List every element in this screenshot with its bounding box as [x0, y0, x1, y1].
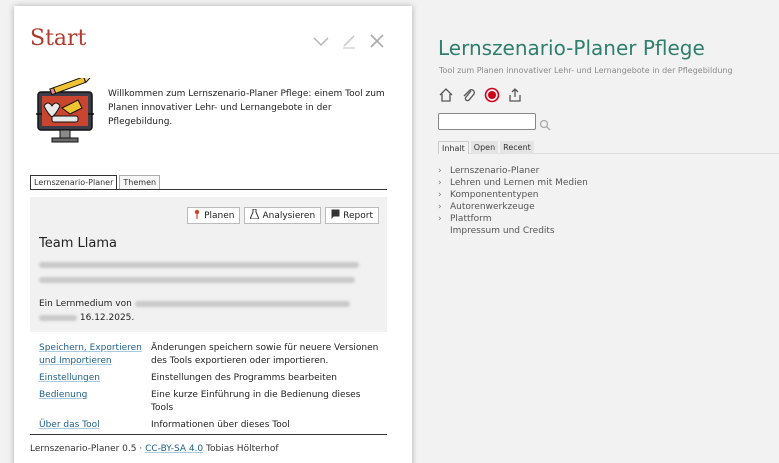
panel-actions: Planen Analysieren Report	[187, 207, 379, 224]
home-icon[interactable]	[438, 87, 454, 103]
close-icon[interactable]	[368, 32, 386, 50]
start-title: Start	[30, 26, 87, 51]
tree-item[interactable]: › Plattform	[438, 213, 588, 225]
app-logo-icon	[30, 76, 100, 150]
tab-themen[interactable]: Themen	[119, 175, 161, 189]
tree-item[interactable]: › Lernszenario-Planer	[438, 165, 588, 177]
scenario-panel: Planen Analysieren Report Team Llama Ein…	[30, 197, 387, 332]
lernmedium-prefix: Ein Lernmedium von	[39, 299, 132, 309]
link-row: Einstellungen Einstellungen des Programm…	[39, 372, 379, 385]
report-icon	[331, 209, 340, 222]
search-icon[interactable]	[539, 116, 551, 131]
start-links: Speichern, Exportieren und Importieren Ä…	[39, 342, 379, 436]
ueber-das-tool-link[interactable]: Über das Tool	[39, 419, 151, 432]
report-label: Report	[343, 210, 373, 221]
tree-item[interactable]: Impressum und Credits	[438, 225, 588, 237]
flask-icon	[249, 208, 261, 222]
link-description: Informationen über dieses Tool	[151, 420, 290, 430]
search-input[interactable]	[438, 113, 536, 130]
tree-item[interactable]: › Lehren und Lernen mit Medien	[438, 177, 588, 189]
license-link[interactable]: CC-BY-SA 4.0	[145, 444, 203, 454]
app-root: Start Willkommen zum Lernszenario-Planer…	[0, 0, 779, 463]
pencil-icon[interactable]	[340, 32, 358, 50]
footer-divider	[30, 434, 387, 435]
report-button[interactable]: Report	[325, 207, 379, 224]
intro: Willkommen zum Lernszenario-Planer Pfleg…	[30, 76, 390, 150]
analysieren-label: Analysieren	[262, 210, 316, 221]
blurred-authors	[39, 314, 77, 321]
chevron-down-icon[interactable]	[312, 32, 330, 50]
record-icon[interactable]	[484, 87, 500, 103]
blurred-authors	[134, 300, 350, 307]
link-description: Änderungen speichern sowie für neuere Ve…	[151, 343, 379, 366]
app-toolbar	[438, 87, 523, 103]
speichern-link[interactable]: Speichern, Exportieren und Importieren	[39, 342, 151, 368]
lernmedium-date: 16.12.2025.	[79, 313, 135, 323]
blurred-text	[39, 277, 355, 283]
sidebar-tabs: Inhalt Open Recent	[438, 141, 779, 154]
start-tabs: Lernszenario-Planer Themen	[30, 175, 387, 190]
chevron-right-icon: ›	[438, 190, 442, 200]
analysieren-button[interactable]: Analysieren	[244, 207, 322, 224]
tab-recent[interactable]: Recent	[500, 141, 534, 154]
blurred-text	[39, 262, 359, 268]
link-row: Speichern, Exportieren und Importieren Ä…	[39, 342, 379, 368]
paperclip-icon[interactable]	[461, 87, 477, 103]
planen-label: Planen	[204, 210, 235, 221]
link-description: Eine kurze Einführung in die Bedienung d…	[151, 390, 361, 413]
dialog-toolbar	[312, 32, 386, 50]
tree-item[interactable]: › Autorenwerkzeuge	[438, 201, 588, 213]
chevron-right-icon: ›	[438, 178, 442, 188]
tree-item-label: Autorenwerkzeuge	[450, 202, 535, 212]
content-tree: › Lernszenario-Planer › Lehren und Lernen …	[438, 165, 588, 237]
footer-version: Lernszenario-Planer 0.5 ·	[30, 444, 143, 454]
tree-item-label: Lehren und Lernen mit Medien	[450, 178, 588, 188]
tab-open[interactable]: Open	[470, 141, 499, 154]
app-title: Lernszenario-Planer Pflege	[438, 36, 705, 60]
link-row: Bedienung Eine kurze Einführung in die B…	[39, 389, 379, 415]
tree-item-label: Lernszenario-Planer	[450, 166, 540, 176]
pin-icon	[193, 209, 201, 222]
tree-item-label: Impressum und Credits	[450, 226, 555, 236]
footer-author: Tobias Hölterhof	[206, 444, 279, 454]
planen-button[interactable]: Planen	[187, 207, 241, 224]
tree-item-label: Komponententypen	[450, 190, 539, 200]
tab-inhalt[interactable]: Inhalt	[438, 141, 469, 154]
chevron-right-icon: ›	[438, 202, 442, 212]
team-name: Team Llama	[39, 236, 117, 251]
footer: Lernszenario-Planer 0.5 · CC-BY-SA 4.0 T…	[30, 444, 279, 454]
share-icon[interactable]	[507, 87, 523, 103]
chevron-right-icon: ›	[438, 166, 442, 176]
start-dialog: Start Willkommen zum Lernszenario-Planer…	[14, 6, 412, 463]
bedienung-link[interactable]: Bedienung	[39, 389, 151, 415]
link-row: Über das Tool Informationen über dieses …	[39, 419, 379, 432]
einstellungen-link[interactable]: Einstellungen	[39, 372, 151, 385]
tree-item[interactable]: › Komponententypen	[438, 189, 588, 201]
intro-text: Willkommen zum Lernszenario-Planer Pfleg…	[108, 89, 385, 127]
link-description: Einstellungen des Programms bearbeiten	[151, 373, 337, 383]
app-subtitle: Tool zum Planen innovativer Lehr- und Le…	[439, 66, 733, 75]
tab-lernszenario-planer[interactable]: Lernszenario-Planer	[30, 175, 118, 189]
lernmedium-line: Ein Lernmedium von 16.12.2025.	[39, 297, 369, 325]
chevron-right-icon: ›	[438, 214, 442, 224]
tree-item-label: Plattform	[450, 214, 492, 224]
